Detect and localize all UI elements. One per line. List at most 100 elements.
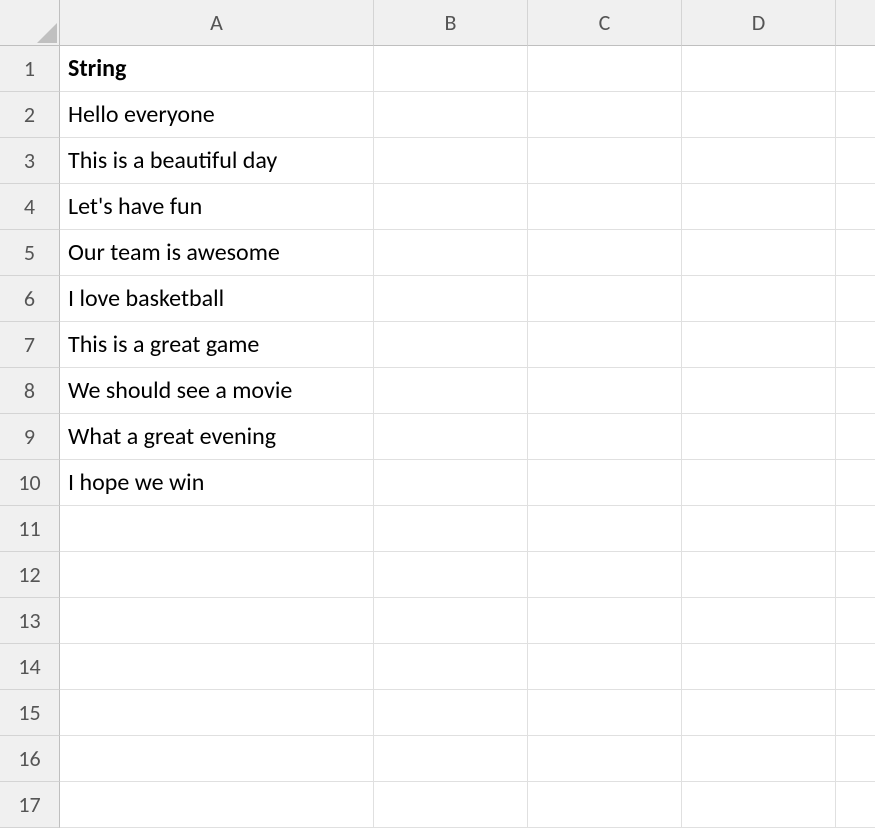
cell-E8[interactable] xyxy=(836,368,875,414)
cell-B1[interactable] xyxy=(374,46,528,92)
row-header-2[interactable]: 2 xyxy=(0,92,60,138)
cell-E15[interactable] xyxy=(836,690,875,736)
cell-B6[interactable] xyxy=(374,276,528,322)
cell-B5[interactable] xyxy=(374,230,528,276)
cell-C9[interactable] xyxy=(528,414,682,460)
cell-A5[interactable]: Our team is awesome xyxy=(60,230,374,276)
cell-E12[interactable] xyxy=(836,552,875,598)
cell-B16[interactable] xyxy=(374,736,528,782)
cell-A17[interactable] xyxy=(60,782,374,828)
cell-E13[interactable] xyxy=(836,598,875,644)
row-header-11[interactable]: 11 xyxy=(0,506,60,552)
cell-D15[interactable] xyxy=(682,690,836,736)
cell-E3[interactable] xyxy=(836,138,875,184)
cell-C16[interactable] xyxy=(528,736,682,782)
cell-B12[interactable] xyxy=(374,552,528,598)
cell-D14[interactable] xyxy=(682,644,836,690)
cell-C14[interactable] xyxy=(528,644,682,690)
row-header-9[interactable]: 9 xyxy=(0,414,60,460)
cell-B10[interactable] xyxy=(374,460,528,506)
cell-E6[interactable] xyxy=(836,276,875,322)
cell-A12[interactable] xyxy=(60,552,374,598)
cell-C8[interactable] xyxy=(528,368,682,414)
cell-A14[interactable] xyxy=(60,644,374,690)
cell-D10[interactable] xyxy=(682,460,836,506)
row-header-14[interactable]: 14 xyxy=(0,644,60,690)
column-header-B[interactable]: B xyxy=(374,0,528,46)
cell-C6[interactable] xyxy=(528,276,682,322)
cell-B3[interactable] xyxy=(374,138,528,184)
cell-D3[interactable] xyxy=(682,138,836,184)
cell-E16[interactable] xyxy=(836,736,875,782)
row-header-13[interactable]: 13 xyxy=(0,598,60,644)
cell-A13[interactable] xyxy=(60,598,374,644)
cell-C3[interactable] xyxy=(528,138,682,184)
cell-B8[interactable] xyxy=(374,368,528,414)
cell-E1[interactable] xyxy=(836,46,875,92)
cell-A15[interactable] xyxy=(60,690,374,736)
cell-A11[interactable] xyxy=(60,506,374,552)
cell-A7[interactable]: This is a great game xyxy=(60,322,374,368)
cell-C1[interactable] xyxy=(528,46,682,92)
cell-E7[interactable] xyxy=(836,322,875,368)
cell-B2[interactable] xyxy=(374,92,528,138)
cell-A8[interactable]: We should see a movie xyxy=(60,368,374,414)
row-header-4[interactable]: 4 xyxy=(0,184,60,230)
cell-A4[interactable]: Let's have fun xyxy=(60,184,374,230)
cell-B17[interactable] xyxy=(374,782,528,828)
cell-C12[interactable] xyxy=(528,552,682,598)
cell-B13[interactable] xyxy=(374,598,528,644)
cell-C4[interactable] xyxy=(528,184,682,230)
column-header-C[interactable]: C xyxy=(528,0,682,46)
cell-D2[interactable] xyxy=(682,92,836,138)
spreadsheet-grid[interactable]: A B C D 1 String 2 Hello everyone 3 This… xyxy=(0,0,875,828)
cell-B14[interactable] xyxy=(374,644,528,690)
cell-A3[interactable]: This is a beautiful day xyxy=(60,138,374,184)
cell-D7[interactable] xyxy=(682,322,836,368)
cell-E10[interactable] xyxy=(836,460,875,506)
cell-C13[interactable] xyxy=(528,598,682,644)
row-header-1[interactable]: 1 xyxy=(0,46,60,92)
cell-D5[interactable] xyxy=(682,230,836,276)
row-header-12[interactable]: 12 xyxy=(0,552,60,598)
cell-C2[interactable] xyxy=(528,92,682,138)
cell-A9[interactable]: What a great evening xyxy=(60,414,374,460)
cell-C10[interactable] xyxy=(528,460,682,506)
cell-A16[interactable] xyxy=(60,736,374,782)
cell-D11[interactable] xyxy=(682,506,836,552)
cell-D13[interactable] xyxy=(682,598,836,644)
row-header-15[interactable]: 15 xyxy=(0,690,60,736)
cell-D17[interactable] xyxy=(682,782,836,828)
cell-B4[interactable] xyxy=(374,184,528,230)
cell-A10[interactable]: I hope we win xyxy=(60,460,374,506)
cell-D6[interactable] xyxy=(682,276,836,322)
cell-A2[interactable]: Hello everyone xyxy=(60,92,374,138)
row-header-7[interactable]: 7 xyxy=(0,322,60,368)
cell-E2[interactable] xyxy=(836,92,875,138)
cell-E9[interactable] xyxy=(836,414,875,460)
cell-B11[interactable] xyxy=(374,506,528,552)
row-header-10[interactable]: 10 xyxy=(0,460,60,506)
row-header-17[interactable]: 17 xyxy=(0,782,60,828)
column-header-A[interactable]: A xyxy=(60,0,374,46)
cell-E5[interactable] xyxy=(836,230,875,276)
row-header-16[interactable]: 16 xyxy=(0,736,60,782)
cell-D8[interactable] xyxy=(682,368,836,414)
row-header-6[interactable]: 6 xyxy=(0,276,60,322)
select-all-corner[interactable] xyxy=(0,0,60,46)
cell-E17[interactable] xyxy=(836,782,875,828)
cell-D9[interactable] xyxy=(682,414,836,460)
column-header-partial[interactable] xyxy=(836,0,875,46)
cell-B7[interactable] xyxy=(374,322,528,368)
cell-D1[interactable] xyxy=(682,46,836,92)
cell-D16[interactable] xyxy=(682,736,836,782)
column-header-D[interactable]: D xyxy=(682,0,836,46)
row-header-3[interactable]: 3 xyxy=(0,138,60,184)
cell-C15[interactable] xyxy=(528,690,682,736)
cell-D12[interactable] xyxy=(682,552,836,598)
cell-C11[interactable] xyxy=(528,506,682,552)
cell-A1[interactable]: String xyxy=(60,46,374,92)
cell-C7[interactable] xyxy=(528,322,682,368)
cell-E14[interactable] xyxy=(836,644,875,690)
cell-A6[interactable]: I love basketball xyxy=(60,276,374,322)
